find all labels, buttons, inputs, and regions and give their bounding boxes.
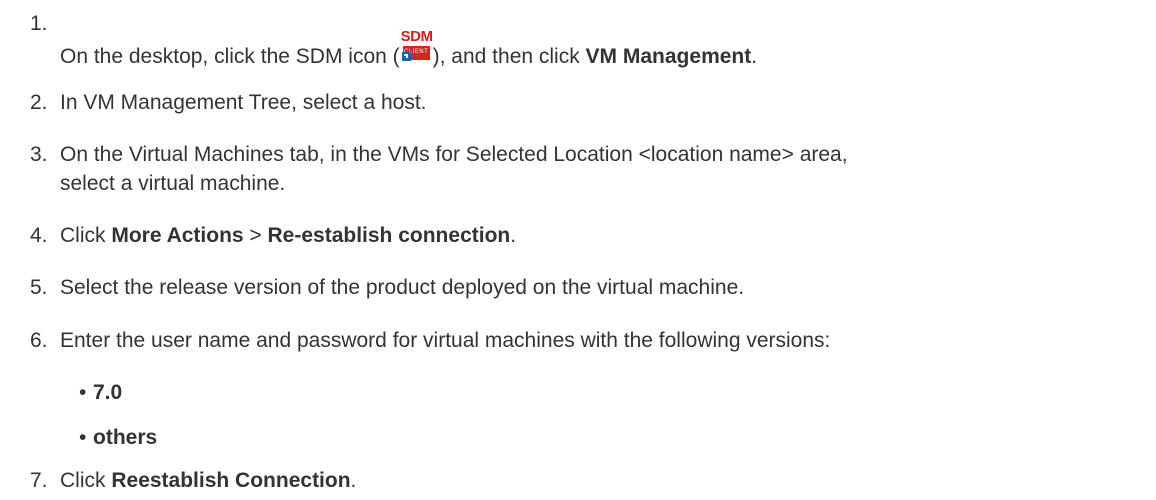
step-text: On the desktop, click the SDM icon (SDM C…	[60, 29, 758, 70]
shortcut-arrow-icon	[401, 52, 411, 61]
step-number: 1.	[30, 12, 48, 35]
step-text-end: .	[751, 45, 758, 68]
step-text: Select the release version of the produc…	[60, 276, 745, 299]
reestablish-connection-label: Reestablish Connection	[111, 469, 351, 492]
vm-management-label: VM Management	[585, 45, 752, 68]
procedure-document: 1. On the desktop, click the SDM icon (S…	[0, 0, 1156, 500]
step-number: 3.	[30, 143, 48, 166]
step-text: Enter the user name and password for vir…	[60, 329, 831, 352]
step-text: Click Reestablish Connection.	[60, 468, 356, 494]
step-text-line2: select a virtual machine.	[60, 172, 286, 195]
step-text: In VM Management Tree, select a host.	[60, 91, 427, 114]
step-number: 5.	[30, 276, 48, 299]
sdm-icon-label: SDM	[400, 28, 433, 45]
step-text-pre: Click	[60, 469, 112, 492]
step-text: Click More Actions > Re-establish connec…	[60, 223, 516, 249]
step-text-post: ), and then click	[432, 45, 586, 68]
bullet-dot-icon: •	[79, 426, 87, 449]
step-number: 4.	[30, 224, 48, 247]
step-text-pre: Click	[60, 224, 112, 247]
step-text-end: .	[510, 224, 517, 247]
step-text-end: .	[350, 469, 357, 492]
version-value: 7.0	[93, 381, 123, 404]
step-number: 7.	[30, 469, 48, 492]
step-text-pre: On the desktop, click the SDM icon (	[60, 45, 400, 68]
sdm-client-icon: SDM CLIENT	[401, 29, 433, 65]
bullet-dot-icon: •	[79, 381, 87, 404]
version-value: others	[93, 426, 158, 449]
re-establish-connection-label: Re-establish connection	[267, 224, 511, 247]
step-number: 2.	[30, 91, 48, 114]
more-actions-label: More Actions	[111, 224, 244, 247]
menu-separator: >	[243, 224, 268, 247]
step-text-line1: On the Virtual Machines tab, in the VMs …	[60, 143, 848, 166]
step-number: 6.	[30, 329, 48, 352]
